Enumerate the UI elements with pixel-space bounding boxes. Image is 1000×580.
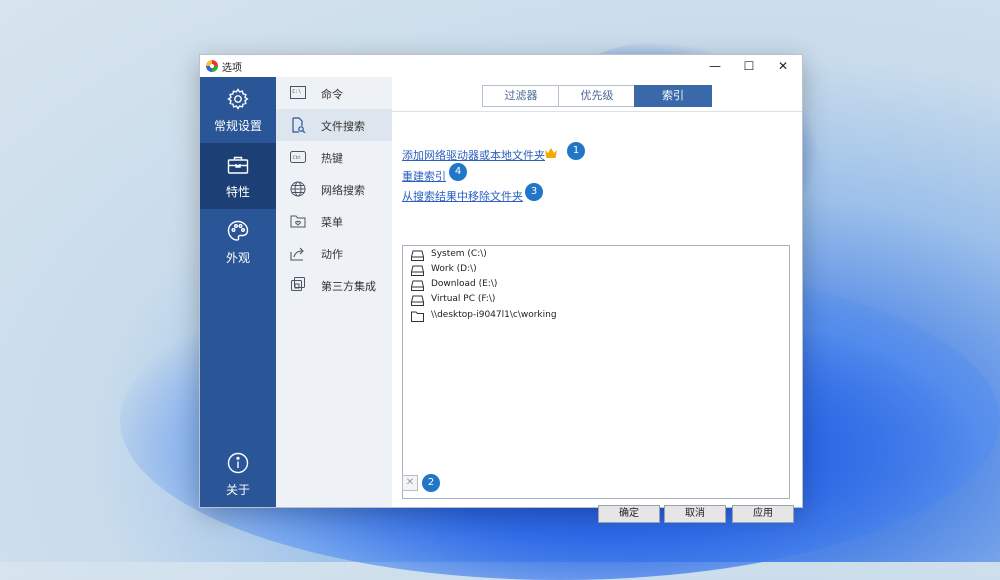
drive-icon — [411, 295, 424, 306]
list-item-label: Virtual PC (F:\) — [431, 294, 496, 304]
subnav-item-web-search[interactable]: 网络搜索 — [276, 173, 392, 205]
svg-text:Ctrl: Ctrl — [293, 155, 301, 161]
callout-badge-2: 2 — [422, 474, 440, 492]
gear-icon — [227, 88, 249, 110]
remove-item-button[interactable]: ✕ — [402, 475, 418, 491]
drive-icon — [411, 265, 424, 276]
title-bar[interactable]: 选项 — ☐ ✕ — [200, 55, 802, 77]
info-icon — [227, 452, 249, 474]
add-drive-link[interactable]: 添加网络驱动器或本地文件夹 — [402, 147, 545, 163]
tab-priority[interactable]: 优先级 — [558, 85, 636, 107]
callout-badge-3: 3 — [525, 183, 543, 201]
subnav-item-action[interactable]: 动作 — [276, 237, 392, 269]
subnav-label: 热键 — [321, 152, 343, 165]
close-button[interactable]: ✕ — [766, 55, 800, 77]
category-features[interactable]: 特性 — [200, 143, 276, 209]
list-item-label: Download (E:\) — [431, 279, 498, 289]
category-label: 特性 — [225, 185, 250, 199]
index-panel: 过滤器 优先级 索引 添加网络驱动器或本地文件夹 1 重建索引 4 从搜索结果中… — [392, 77, 802, 523]
drive-icon — [411, 250, 424, 261]
apply-button[interactable]: 应用 — [732, 505, 794, 523]
palette-icon — [227, 220, 249, 241]
index-location-list[interactable]: System (C:\) Work (D:\) Download (E:\) V… — [402, 245, 790, 499]
ok-button[interactable]: 确定 — [598, 505, 660, 523]
file-search-icon — [292, 117, 306, 133]
window-title: 选项 — [222, 63, 242, 74]
subnav-label: 动作 — [321, 248, 343, 261]
subnav-label: 命令 — [321, 88, 343, 101]
category-sidebar: 常规设置 特性 外观 关于 — [200, 77, 276, 507]
subnav-label: 网络搜索 — [321, 184, 365, 197]
category-general[interactable]: 常规设置 — [200, 77, 276, 143]
remove-folder-link[interactable]: 从搜索结果中移除文件夹 — [402, 188, 523, 204]
tab-divider — [392, 111, 802, 112]
options-window: 选项 — ☐ ✕ 常规设置 特性 外观 关于 C:\ 命令 文件搜索 Ctrl … — [199, 54, 803, 523]
category-about[interactable]: 关于 — [200, 441, 276, 507]
svg-text:C:\: C:\ — [292, 89, 301, 95]
subnav-item-hotkey[interactable]: Ctrl 热键 — [276, 141, 392, 173]
list-item-label: System (C:\) — [431, 249, 487, 259]
category-label: 关于 — [225, 483, 250, 497]
cancel-button[interactable]: 取消 — [664, 505, 726, 523]
rebuild-index-link[interactable]: 重建索引 — [402, 168, 446, 184]
callout-badge-1: 1 — [567, 142, 585, 160]
subnav-label: 第三方集成 — [321, 280, 376, 293]
subnav-item-file-search[interactable]: 文件搜索 — [276, 109, 392, 141]
tab-filters[interactable]: 过滤器 — [482, 85, 560, 107]
minimize-button[interactable]: — — [698, 55, 732, 77]
callout-badge-4: 4 — [449, 163, 467, 181]
globe-icon — [290, 181, 306, 197]
subnav-item-menu[interactable]: 菜单 — [276, 205, 392, 237]
share-arrow-icon — [290, 247, 304, 261]
subnav-item-integrations[interactable]: 第三方集成 — [276, 269, 392, 301]
category-label: 常规设置 — [213, 119, 262, 133]
command-prompt-icon: C:\ — [290, 86, 306, 99]
category-label: 外观 — [225, 251, 250, 265]
folder-icon — [411, 311, 424, 322]
list-item-label: Work (D:\) — [431, 264, 477, 274]
subnav-item-command[interactable]: C:\ 命令 — [276, 77, 392, 109]
crown-icon — [545, 148, 557, 158]
subnav-label: 菜单 — [321, 216, 343, 229]
integration-icon — [291, 277, 305, 291]
drive-icon — [411, 280, 424, 291]
ctrl-key-icon: Ctrl — [290, 151, 306, 163]
subnav-label: 文件搜索 — [321, 120, 365, 133]
toolbox-icon — [227, 156, 249, 174]
maximize-button[interactable]: ☐ — [732, 55, 766, 77]
tab-index[interactable]: 索引 — [634, 85, 712, 107]
category-appearance[interactable]: 外观 — [200, 209, 276, 275]
menu-folder-icon — [290, 215, 306, 228]
list-item-label: \\desktop-i9047l1\c\working — [431, 310, 557, 320]
feature-subnav: C:\ 命令 文件搜索 Ctrl 热键 网络搜索 菜单 动作 第三方集成 — [276, 77, 392, 507]
app-logo-icon — [206, 60, 218, 72]
